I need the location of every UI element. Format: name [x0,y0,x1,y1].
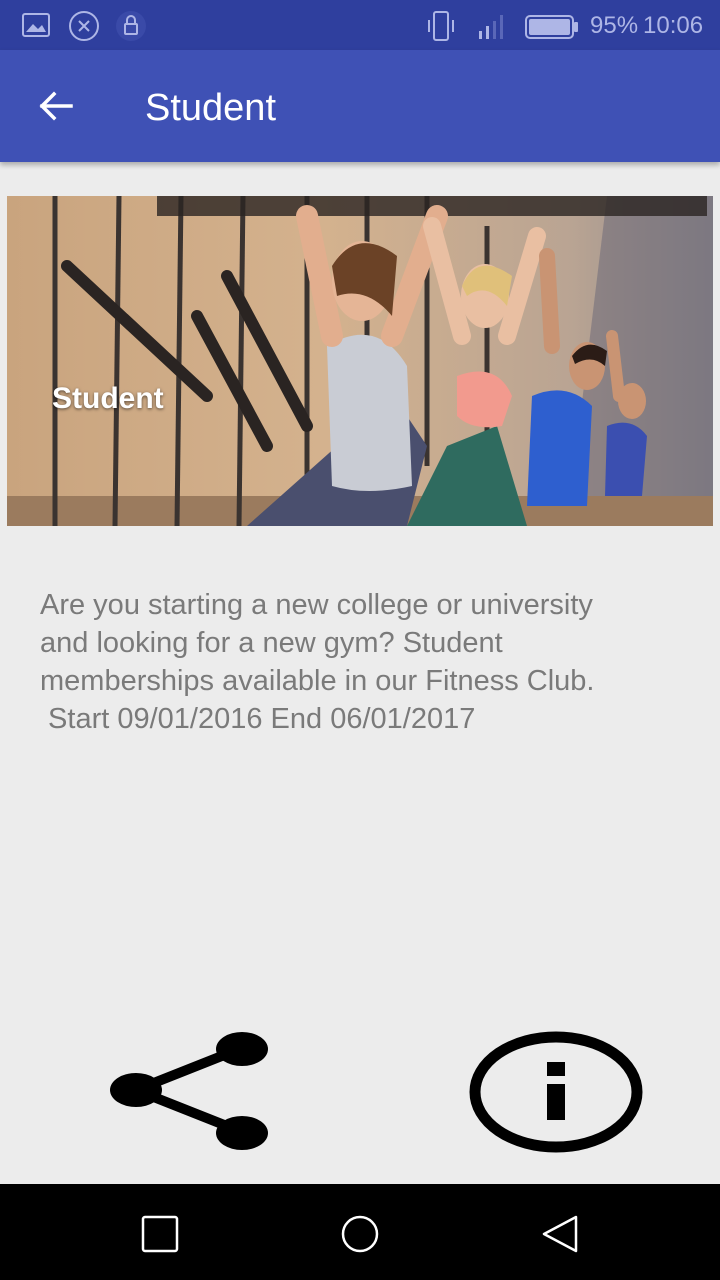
hero-image: Student [7,196,713,526]
share-icon [110,1032,268,1150]
signal-icon [479,15,503,39]
info-button[interactable] [466,1028,646,1156]
page-title: Student [145,87,276,129]
gallery-notification-icon [22,13,50,37]
battery-percentage: 95% [590,12,639,39]
navigation-bar [0,1184,720,1280]
battery-icon [525,15,578,39]
description-text: Are you starting a new college or univer… [40,586,690,738]
clock: 10:06 [643,12,704,39]
back-nav-button[interactable] [538,1212,582,1256]
description-line: and looking for a new gym? Student [40,627,503,659]
fitness-class-photo [7,196,713,526]
status-bar: 95% 10:06 [0,0,720,50]
info-icon [469,1031,643,1153]
home-button[interactable] [338,1212,382,1256]
description-line: memberships available in our Fitness Clu… [40,665,595,697]
sync-notification-icon [69,11,99,41]
home-circle-icon [341,1215,379,1253]
recents-button[interactable] [138,1212,182,1256]
lock-notification-icon [116,11,146,41]
back-triangle-icon [542,1215,578,1253]
vibrate-icon [428,11,454,41]
description-line: Are you starting a new college or univer… [40,589,593,621]
recents-square-icon [141,1215,179,1253]
app-bar: Student [0,50,720,162]
share-button[interactable] [108,1028,272,1154]
description-line: Start 09/01/2016 End 06/01/2017 [40,703,476,735]
hero-caption: Student [52,382,164,415]
back-button[interactable] [24,78,88,134]
arrow-left-icon [39,91,73,121]
